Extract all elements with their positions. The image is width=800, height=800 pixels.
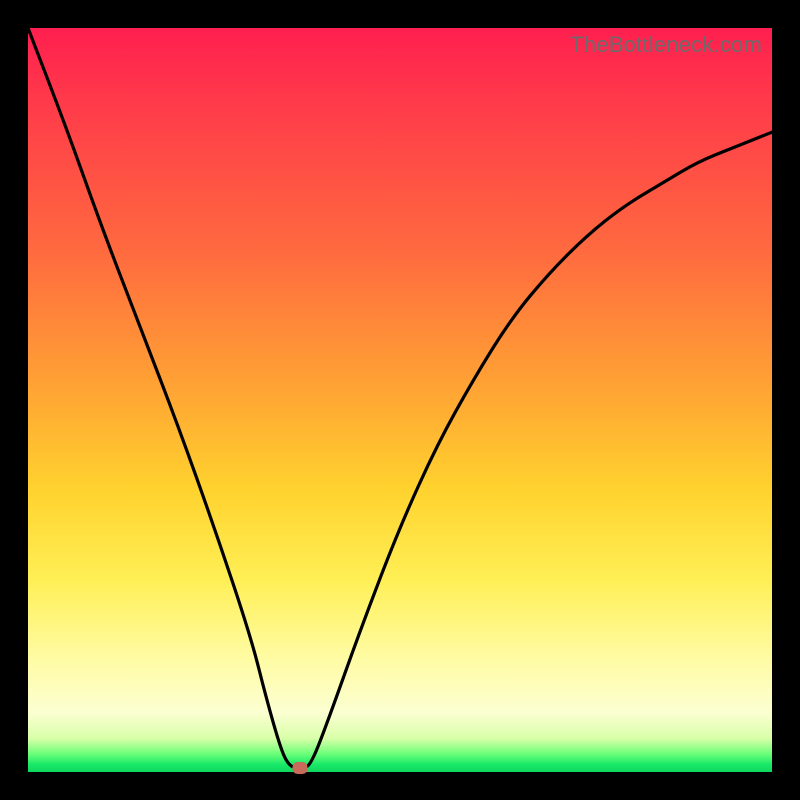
bottleneck-curve (28, 28, 772, 772)
chart-frame: TheBottleneck.com (0, 0, 800, 800)
plot-area: TheBottleneck.com (28, 28, 772, 772)
curve-path (28, 28, 772, 768)
min-marker (292, 762, 307, 774)
